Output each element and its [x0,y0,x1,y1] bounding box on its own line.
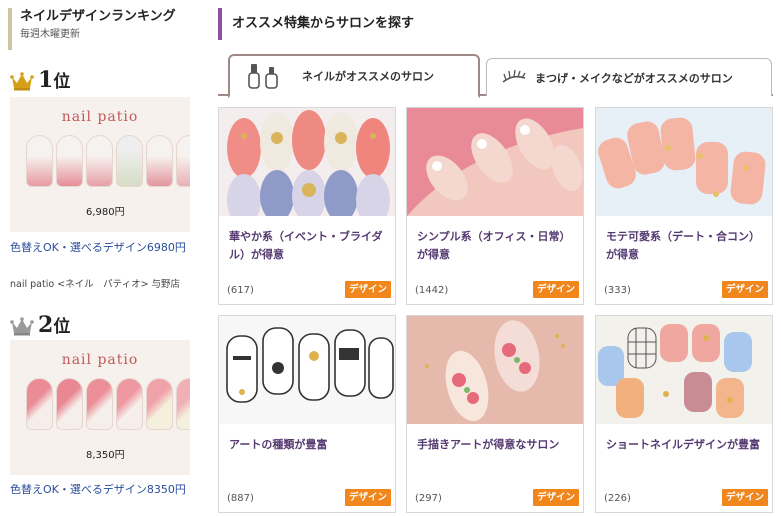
rank-suffix: 位 [53,317,71,337]
nail-art-photo [407,108,583,216]
rank-suffix: 位 [53,72,71,92]
rank-badge-2: 2位 [10,313,70,339]
tab-label: ネイルがオススメのサロン [302,70,434,83]
gold-crown-icon [10,72,34,91]
card-title: ショートネイルデザインが豊富 [606,438,760,451]
ranking-title: ネイルデザインランキング [20,9,176,24]
card-image [407,108,583,216]
ranking-shop-1[interactable]: nail patio <ネイル パティオ> 与野店 [10,276,196,290]
card-title: 華やか系（イベント・ブライダル）が得意 [229,230,383,261]
nail-art-photo [219,316,395,424]
card-count: (617) [227,285,254,296]
nail-illustration [26,135,190,187]
card-title: シンプル系（オフィス・日常）が得意 [417,230,571,261]
card-image [596,316,772,424]
feature-tabs: ネイルがオススメのサロン まつげ・メイクなどがオススメのサロン [218,54,773,98]
feature-card[interactable]: モテ可愛系（デート・合コン）が得意 (333) デザイン [595,107,773,305]
photo-price-tag: 6,980円 [86,207,125,218]
nail-illustration [26,378,190,430]
design-tag: デザイン [344,489,391,506]
rank-number: 2 [38,312,54,338]
photo-price-tag: 8,350円 [86,450,125,461]
nail-art-photo [219,108,395,216]
silver-crown-icon [10,317,34,336]
tab-nail-salons[interactable]: ネイルがオススメのサロン [228,54,480,98]
design-tag: デザイン [532,281,579,298]
nail-art-photo [596,316,772,424]
rank-badge-1: 1位 [10,68,70,94]
card-count: (297) [415,493,442,504]
feature-title: オススメ特集からサロンを探す [232,16,415,31]
ranking-photo-2[interactable]: nail patio 8,350円 [10,340,190,475]
design-tag: デザイン [721,489,768,506]
feature-card[interactable]: 手描きアートが得意なサロン (297) デザイン [406,315,584,513]
nail-polish-icon [248,64,278,89]
card-title: 手描きアートが得意なサロン [417,438,560,451]
feature-card[interactable]: ショートネイルデザインが豊富 (226) デザイン [595,315,773,513]
card-title: アートの種類が豊富 [229,438,328,451]
card-count: (887) [227,493,254,504]
nail-art-photo [407,316,583,424]
card-image [596,108,772,216]
design-tag: デザイン [721,281,768,298]
card-image [219,316,395,424]
ranking-header: ネイルデザインランキング 毎週木曜更新 [8,8,176,50]
eyelash-icon [502,69,526,83]
ranking-link-1[interactable]: 色替えOK・選べるデザイン6980円 [10,239,196,256]
ranking-photo-1[interactable]: nail patio 6,980円 [10,97,190,232]
card-count: (1442) [415,285,449,296]
feature-header: オススメ特集からサロンを探す [218,8,414,40]
feature-card[interactable]: シンプル系（オフィス・日常）が得意 (1442) デザイン [406,107,584,305]
design-tag: デザイン [344,281,391,298]
design-tag: デザイン [532,489,579,506]
ranking-link-2[interactable]: 色替えOK・選べるデザイン8350円 [10,481,196,498]
card-count: (226) [604,493,631,504]
rank-number: 1 [38,67,54,93]
card-count: (333) [604,285,631,296]
ranking-sidebar: ネイルデザインランキング 毎週木曜更新 1位 nail patio 6,980円 [0,0,200,516]
card-image [219,108,395,216]
card-title: モテ可愛系（デート・合コン）が得意 [606,230,760,261]
feature-card[interactable]: アートの種類が豊富 (887) デザイン [218,315,396,513]
tab-label: まつげ・メイクなどがオススメのサロン [535,71,733,85]
ranking-subtitle: 毎週木曜更新 [20,29,80,40]
tab-eyelash-makeup-salons[interactable]: まつげ・メイクなどがオススメのサロン [486,58,772,96]
nail-art-photo [596,108,772,216]
card-image [407,316,583,424]
photo-brand-text: nail patio [61,352,139,368]
photo-brand-text: nail patio [61,109,139,125]
feature-card[interactable]: 華やか系（イベント・ブライダル）が得意 (617) デザイン [218,107,396,305]
